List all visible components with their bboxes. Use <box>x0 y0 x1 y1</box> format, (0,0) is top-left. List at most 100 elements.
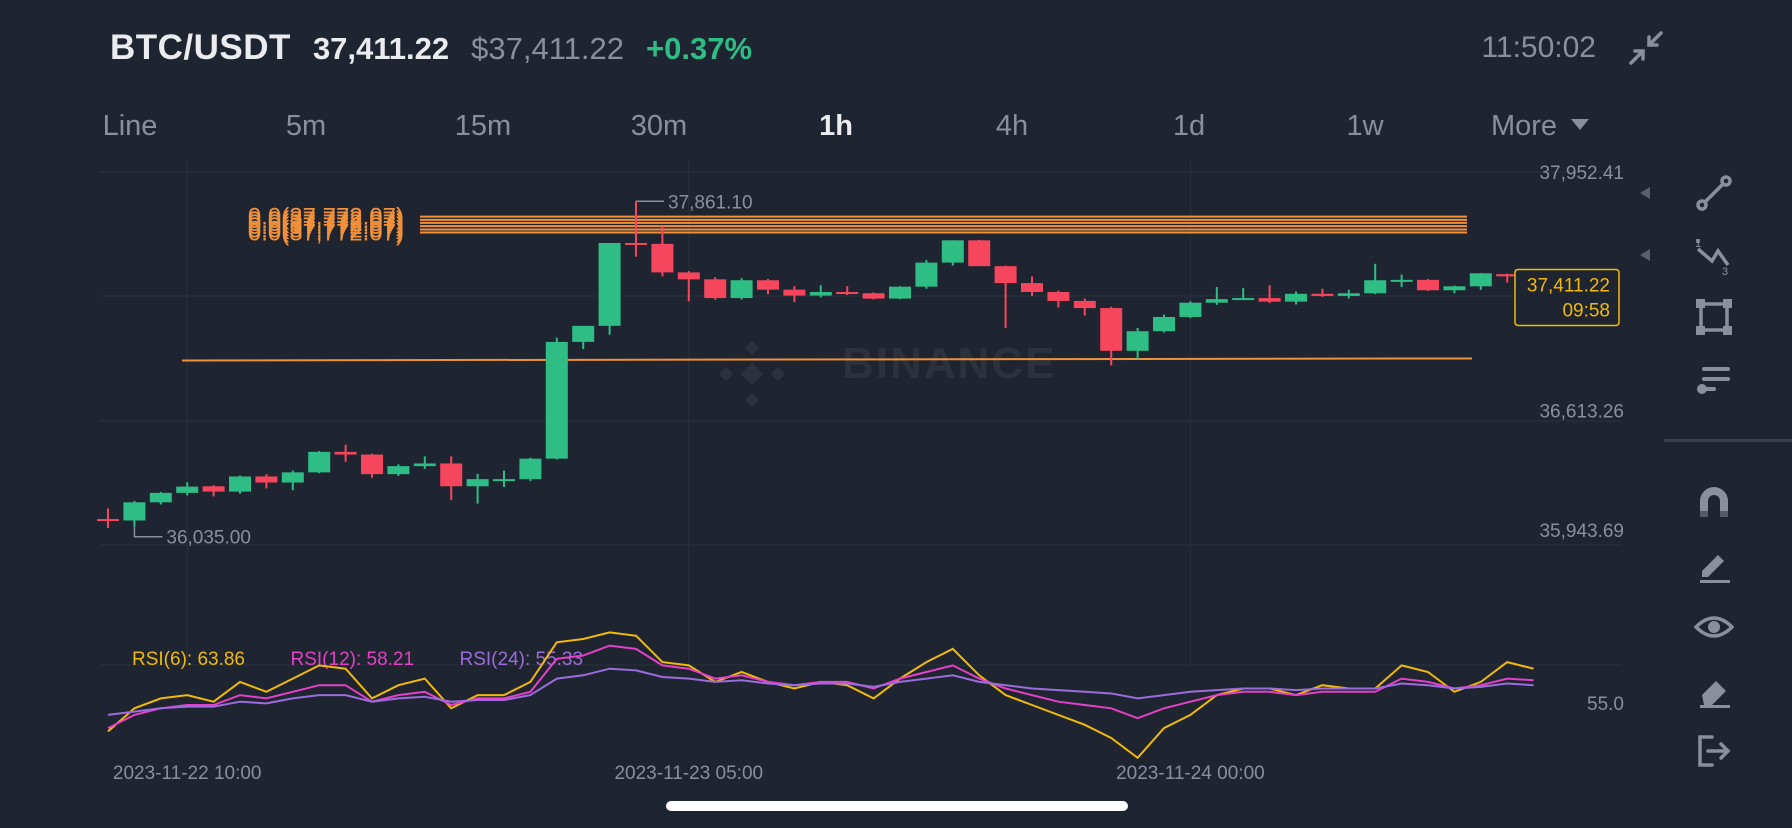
trading-pair[interactable]: BTC/USDT <box>110 28 291 68</box>
candle-body <box>1469 273 1492 287</box>
price-chart[interactable]: BINANCE 0.0(37,772.07)0.0(37,772.07)0.0(… <box>0 160 1640 800</box>
time-axis-label: 2023-11-24 00:00 <box>1116 763 1265 784</box>
current-price-label: 37,411.22 09:58 <box>1514 268 1620 327</box>
trend-line-icon[interactable] <box>1694 173 1734 213</box>
candle-body <box>651 243 674 273</box>
rsi-legend-item: RSI(6): 63.86 <box>132 649 245 670</box>
candle-body <box>545 341 568 459</box>
candle-body <box>836 292 859 295</box>
pencil-icon[interactable] <box>1694 545 1734 585</box>
interval-tabs: Line 5m 15m 30m 1h 4h 1d 1w More <box>70 110 1640 150</box>
tab-line[interactable]: Line <box>103 110 158 143</box>
price-axis-label: 35,943.69 <box>1539 521 1624 542</box>
tab-4h[interactable]: 4h <box>996 110 1028 143</box>
candle-body <box>1179 302 1202 317</box>
candle-body <box>149 492 172 503</box>
time-axis-label: 2023-11-23 05:00 <box>614 763 763 784</box>
candle-body <box>1126 331 1149 351</box>
magnet-icon[interactable] <box>1694 483 1734 523</box>
candle-body <box>1153 316 1175 332</box>
current-price-value: 37,411.22 <box>1527 275 1610 296</box>
candles <box>97 201 1519 528</box>
candle-body <box>625 242 647 245</box>
drawing-toolbar: 3 1 <box>1640 165 1792 767</box>
price-axis: 37,952.41 36,613.26 35,943.69 <box>1539 163 1624 542</box>
candle-body <box>1311 293 1334 296</box>
candle-body <box>915 262 938 287</box>
expand-arrow-icon[interactable] <box>1640 187 1650 199</box>
candle-body <box>1100 308 1123 351</box>
candle-body <box>1258 298 1281 302</box>
candle-body <box>994 266 1017 284</box>
price-axis-label: 37,952.41 <box>1539 163 1624 184</box>
fib-level-label: 0.0(37,772.07) <box>248 219 404 246</box>
candle-body <box>334 451 357 455</box>
candle-body <box>862 293 885 299</box>
candle-body <box>1047 292 1070 301</box>
candle-body <box>1337 293 1360 296</box>
candle-body <box>572 325 595 342</box>
candle-body <box>1390 279 1413 282</box>
tab-1w[interactable]: 1w <box>1346 110 1383 143</box>
horizontal-line-drawing[interactable] <box>181 357 1473 362</box>
candle-body <box>440 463 463 487</box>
rsi-legend-item: RSI(12): 58.21 <box>291 649 415 670</box>
candle-body <box>123 502 146 521</box>
tab-30m[interactable]: 30m <box>631 110 687 143</box>
last-price: 37,411.22 <box>312 31 450 66</box>
exit-fullscreen-icon[interactable] <box>1628 30 1664 66</box>
home-indicator[interactable] <box>666 801 1128 811</box>
usd-price: $37,411.22 <box>471 31 624 66</box>
candle-body <box>677 272 700 280</box>
high-marker-label: 37,861.10 <box>668 192 753 213</box>
eye-icon[interactable] <box>1694 607 1734 647</box>
low-marker-label: 36,035.00 <box>166 528 251 549</box>
exit-icon[interactable] <box>1694 731 1734 771</box>
rectangle-tool-icon[interactable] <box>1694 297 1734 337</box>
rsi-panel: RSI(6): 63.86 RSI(12): 58.21 RSI(24): 55.3… <box>107 631 1624 760</box>
candle-body <box>202 486 225 492</box>
candle-body <box>1021 283 1043 293</box>
fib-retracement-icon[interactable]: 3 1 <box>1694 235 1734 275</box>
tab-more[interactable]: More <box>1491 110 1590 143</box>
time-axis-label: 2023-11-22 10:00 <box>113 763 262 784</box>
time-axis: 2023-11-22 10:00 2023-11-23 05:00 2023-11-… <box>113 763 1265 784</box>
candle-body <box>598 242 621 326</box>
candle-body <box>1205 299 1228 303</box>
binance-watermark: BINANCE <box>842 339 1056 388</box>
candle-body <box>229 476 251 492</box>
candle-body <box>1417 279 1439 291</box>
clock-time: 11:50:02 <box>1481 31 1596 64</box>
candle-body <box>519 458 542 480</box>
candle-body <box>730 280 753 299</box>
chevron-down-icon <box>1571 118 1590 130</box>
rsi-axis-label: 55.0 <box>1587 694 1624 715</box>
tab-1d[interactable]: 1d <box>1173 110 1205 143</box>
candle-body <box>941 240 964 263</box>
candle-body <box>176 486 199 493</box>
tab-5m[interactable]: 5m <box>286 110 326 143</box>
candle-body <box>1232 298 1255 301</box>
rsi-legend-item: RSI(24): 55.33 <box>460 649 584 670</box>
fibonacci-levels[interactable]: 0.0(37,772.07)0.0(37,772.07)0.0(37,772.0… <box>248 204 1467 247</box>
candle-body <box>387 466 410 475</box>
candle-body <box>889 286 911 299</box>
low-marker-line <box>133 526 163 538</box>
eraser-icon[interactable] <box>1694 669 1734 709</box>
tab-1h[interactable]: 1h <box>819 110 853 143</box>
candle-body <box>361 454 383 475</box>
current-price-countdown: 09:58 <box>1562 300 1610 321</box>
candle-body <box>809 292 832 296</box>
candle-body <box>1364 280 1387 294</box>
candle-body <box>1285 293 1307 302</box>
price-axis-label: 36,613.26 <box>1539 402 1624 423</box>
tab-15m[interactable]: 15m <box>455 110 511 143</box>
svg-text:1: 1 <box>1695 238 1701 250</box>
expand-arrow-icon[interactable] <box>1640 249 1650 261</box>
ticker-header: BTC/USDT 37,411.22 $37,411.22 +0.37% <box>110 28 752 68</box>
candle-body <box>255 476 278 483</box>
candle-body <box>466 479 489 487</box>
candle-body <box>968 240 991 267</box>
candle-body <box>783 289 806 296</box>
position-tool-icon[interactable] <box>1694 359 1734 399</box>
